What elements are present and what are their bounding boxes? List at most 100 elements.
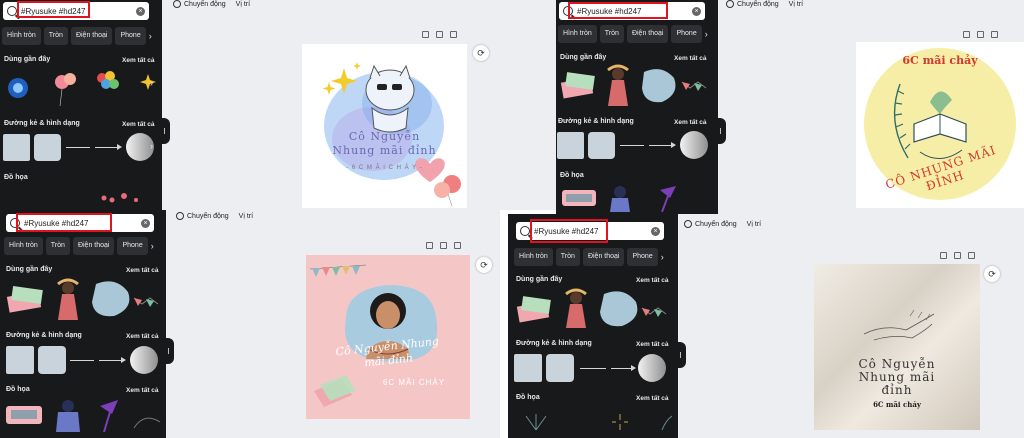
see-all-recent-link[interactable]: Xem tất cả (122, 57, 155, 64)
see-all-graphics-link[interactable]: Xem tất cả (636, 395, 669, 402)
chevron-right-icon[interactable]: › (705, 25, 708, 43)
arrowhead (117, 144, 122, 150)
square-shape[interactable] (514, 354, 542, 382)
chip-round[interactable]: Tròn (45, 237, 70, 255)
recent-items[interactable] (4, 276, 164, 322)
lock-icon[interactable] (426, 242, 433, 249)
square-shape[interactable] (557, 132, 584, 159)
refresh-icon[interactable]: ⟳ (473, 45, 489, 61)
clear-icon[interactable]: × (141, 218, 150, 228)
collapse-panel-handle[interactable] (166, 338, 174, 364)
see-all-shapes-link[interactable]: Xem tất cả (126, 333, 159, 340)
circle-shape[interactable] (680, 131, 708, 159)
graphics-items[interactable] (516, 410, 672, 434)
refresh-icon[interactable]: ⟳ (984, 266, 1000, 282)
arrow-line-shape[interactable] (611, 368, 631, 369)
position-button[interactable]: Vị trí (239, 213, 253, 220)
animate-button[interactable]: Chuyển động (176, 212, 229, 220)
collapse-panel-handle[interactable] (162, 118, 170, 144)
design-canvas-4[interactable]: Cô Nguyễn Nhung mãi đỉnh 6C mãi cháy (814, 264, 980, 430)
line-shape[interactable] (70, 360, 94, 361)
rounded-square-shape[interactable] (546, 354, 574, 382)
line-shape[interactable] (620, 145, 644, 146)
recent-items[interactable] (558, 64, 718, 108)
chip-phone-vi[interactable]: Điện thoại (582, 248, 625, 266)
line-shape[interactable] (580, 368, 606, 369)
lock-icon[interactable] (963, 31, 970, 38)
chip-phone-vi[interactable]: Điện thoại (72, 237, 115, 255)
chevron-right-icon[interactable]: › (149, 27, 152, 45)
refresh-icon[interactable]: ⟳ (476, 257, 492, 273)
clear-icon[interactable]: × (651, 226, 660, 236)
chevron-right-icon[interactable]: › (661, 248, 664, 266)
chip-round[interactable]: Tròn (43, 27, 68, 45)
circle-shape[interactable] (130, 346, 158, 374)
animate-icon (726, 0, 734, 8)
see-all-recent-link[interactable]: Xem tất cả (636, 277, 669, 284)
chip-phone[interactable]: Phone (115, 27, 146, 45)
arrow-line-shape[interactable] (99, 360, 121, 361)
position-button[interactable]: Vị trí (747, 221, 761, 228)
design-canvas-3[interactable]: Cô Nguyễn Nhung mãi đỉnh 6C MÃI CHÁY (306, 255, 470, 419)
add-page-icon[interactable] (991, 31, 998, 38)
chip-phone-vi[interactable]: Điện thoại (70, 27, 113, 45)
duplicate-icon[interactable] (954, 252, 961, 259)
animate-button[interactable]: Chuyển động (684, 220, 737, 228)
lock-icon[interactable] (940, 252, 947, 259)
arrow-line-shape[interactable] (95, 147, 117, 148)
square-shape[interactable] (6, 346, 34, 374)
duplicate-icon[interactable] (436, 31, 443, 38)
chevron-right-icon[interactable]: › (151, 237, 154, 255)
add-page-icon[interactable] (454, 242, 461, 249)
see-all-recent-link[interactable]: Xem tất cả (674, 55, 707, 62)
chevron-right-icon[interactable]: › (150, 141, 153, 151)
chip-phone[interactable]: Phone (671, 25, 702, 43)
chip-circle[interactable]: Hình tròn (4, 237, 43, 255)
animate-button[interactable]: Chuyển động (173, 0, 226, 8)
chip-circle[interactable]: Hình tròn (558, 25, 597, 43)
collapse-panel-handle[interactable] (678, 342, 686, 368)
chevron-right-icon[interactable]: › (150, 78, 153, 88)
recent-items[interactable] (514, 286, 674, 330)
see-all-graphics-link[interactable]: Xem tất cả (126, 387, 159, 394)
lock-icon[interactable] (422, 31, 429, 38)
duplicate-icon[interactable] (977, 31, 984, 38)
see-all-shapes-link[interactable]: Xem tất cả (674, 119, 707, 126)
clear-icon[interactable]: × (692, 6, 701, 16)
graphics-items[interactable] (4, 398, 164, 436)
arrowhead (631, 365, 636, 371)
see-all-shapes-link[interactable]: Xem tất cả (122, 121, 155, 128)
square-shape[interactable] (3, 134, 30, 161)
section-graphics-title: Đồ họa (516, 394, 540, 401)
design-canvas-2[interactable]: 6C mãi chảy CÔ NHUNG MÃI ĐỈNH (856, 42, 1024, 208)
animate-button[interactable]: Chuyển động (726, 0, 779, 8)
see-all-shapes-link[interactable]: Xem tất cả (636, 341, 669, 348)
position-button[interactable]: Vị trí (236, 1, 250, 8)
rounded-square-shape[interactable] (588, 132, 615, 159)
clear-icon[interactable]: × (136, 6, 145, 16)
duplicate-icon[interactable] (440, 242, 447, 249)
arrow-line-shape[interactable] (649, 145, 671, 146)
chip-round[interactable]: Tròn (555, 248, 580, 266)
chip-round[interactable]: Tròn (599, 25, 624, 43)
add-page-icon[interactable] (450, 31, 457, 38)
line-shape[interactable] (66, 147, 90, 148)
filter-chips: Hình tròn Tròn Điện thoại Phone › (558, 25, 708, 43)
add-page-icon[interactable] (968, 252, 975, 259)
rounded-square-shape[interactable] (38, 346, 66, 374)
chip-phone-vi[interactable]: Điện thoại (626, 25, 669, 43)
chip-circle[interactable]: Hình tròn (2, 27, 41, 45)
search-icon (7, 6, 17, 16)
chip-circle[interactable]: Hình tròn (514, 248, 553, 266)
see-all-recent-link[interactable]: Xem tất cả (126, 267, 159, 274)
design-canvas-1[interactable]: Cô Nguyễn Nhung mãi đỉnh - 6 C M Ã I C H… (302, 44, 467, 208)
rounded-square-shape[interactable] (34, 134, 61, 161)
graphics-items[interactable] (558, 184, 718, 212)
collapse-panel-handle[interactable] (718, 118, 726, 144)
recent-items[interactable] (2, 66, 162, 112)
graphics-items[interactable] (4, 186, 154, 206)
position-button[interactable]: Vị trí (789, 1, 803, 8)
chip-phone[interactable]: Phone (627, 248, 658, 266)
chip-phone[interactable]: Phone (117, 237, 148, 255)
circle-shape[interactable] (638, 354, 666, 382)
